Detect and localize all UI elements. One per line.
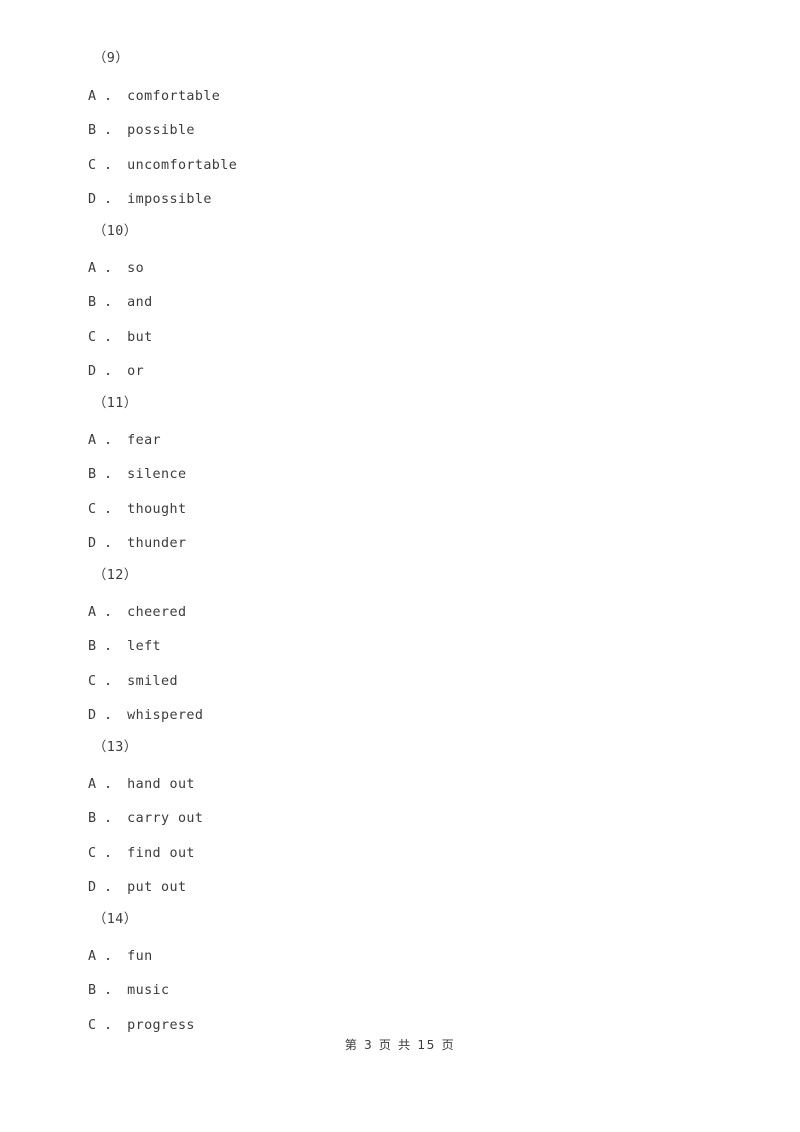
question-number: （11） [93, 396, 138, 411]
question-option[interactable]: C ． thought [88, 501, 186, 519]
question-option[interactable]: D ． impossible [88, 191, 212, 209]
question-number: （10） [93, 224, 138, 239]
question-number: （13） [93, 740, 138, 755]
question-number: （14） [93, 912, 138, 927]
question-option[interactable]: D ． or [88, 363, 144, 381]
question-option[interactable]: C ． but [88, 329, 153, 347]
question-option[interactable]: A ． fun [88, 948, 153, 966]
question-option[interactable]: A ． comfortable [88, 88, 220, 106]
question-option[interactable]: A ． so [88, 260, 144, 278]
question-option[interactable]: D ． whispered [88, 707, 203, 725]
question-option[interactable]: B ． music [88, 982, 170, 1000]
question-option[interactable]: C ． progress [88, 1017, 195, 1035]
question-option[interactable]: A ． fear [88, 432, 161, 450]
question-option[interactable]: B ． left [88, 638, 161, 656]
question-option[interactable]: A ． hand out [88, 776, 195, 794]
question-option[interactable]: C ． smiled [88, 673, 178, 691]
question-option[interactable]: B ． and [88, 294, 153, 312]
question-option[interactable]: B ． carry out [88, 810, 203, 828]
question-option[interactable]: A ． cheered [88, 604, 186, 622]
question-number: （12） [93, 568, 138, 583]
question-option[interactable]: D ． thunder [88, 535, 186, 553]
question-option[interactable]: C ． find out [88, 845, 195, 863]
question-option[interactable]: D ． put out [88, 879, 186, 897]
question-option[interactable]: C ． uncomfortable [88, 157, 237, 175]
document-page: （9） A ． comfortable B ． possible C ． uncomf… [0, 0, 800, 1132]
question-number: （9） [93, 51, 130, 66]
page-footer: 第 3 页 共 15 页 [344, 1038, 456, 1052]
question-option[interactable]: B ． silence [88, 466, 186, 484]
question-option[interactable]: B ． possible [88, 122, 195, 140]
